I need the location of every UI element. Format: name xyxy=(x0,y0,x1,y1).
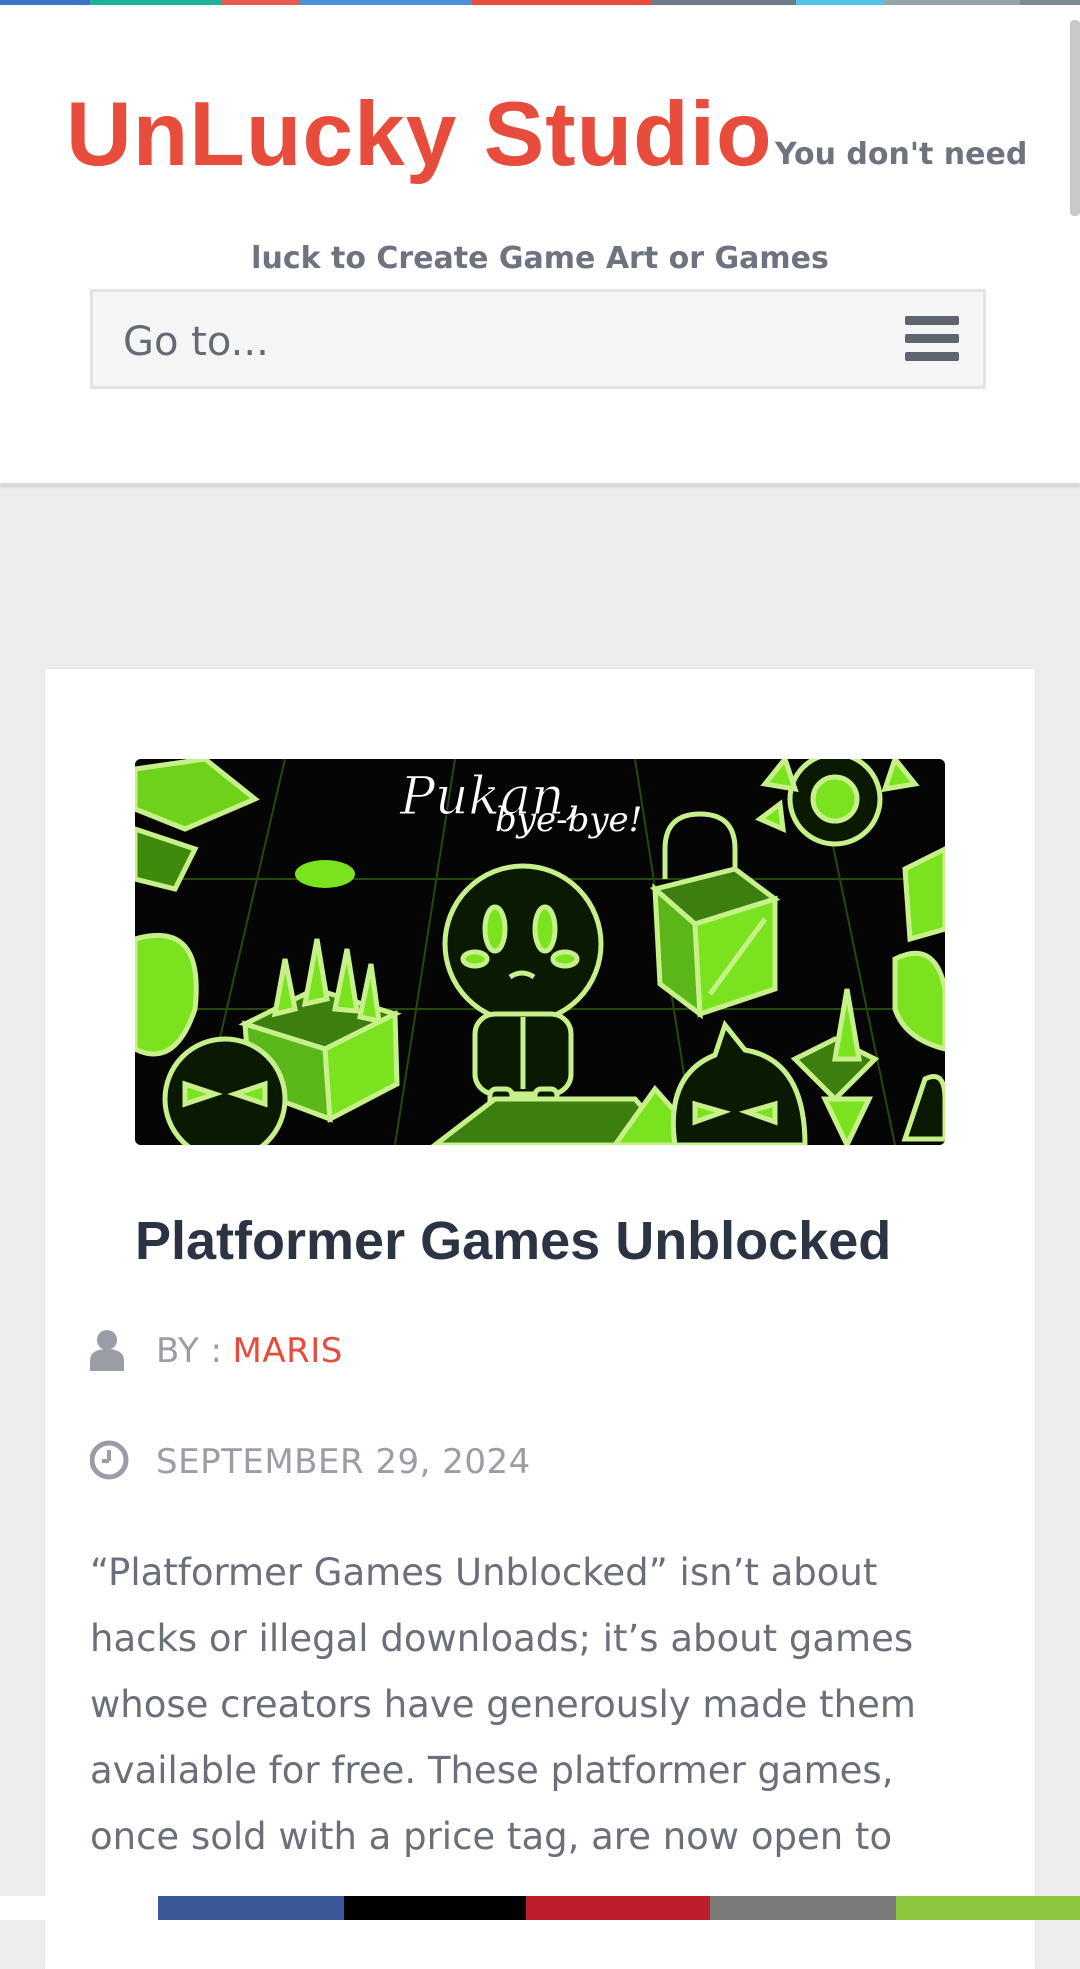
site-header: UnLucky Studio You don't need luck to Cr… xyxy=(0,5,1080,485)
share-bar-spacer xyxy=(0,1896,158,1920)
post-excerpt-text: “Platformer Games Unblocked” isn’t about… xyxy=(90,1551,916,1858)
author-label: BY : xyxy=(156,1331,223,1371)
post-featured-image[interactable]: Pukan, bye-bye! xyxy=(135,759,945,1145)
hamburger-menu-icon[interactable] xyxy=(905,316,959,362)
post-excerpt: “Platformer Games Unblocked” isn’t about… xyxy=(90,1540,920,1870)
site-tagline-part1: You don't need xyxy=(775,137,1028,172)
site-title[interactable]: UnLucky Studio xyxy=(66,85,773,185)
social-share-bar xyxy=(0,1896,1080,1920)
share-button[interactable] xyxy=(896,1896,1080,1920)
scrollbar-thumb[interactable] xyxy=(1070,20,1080,216)
post-date: SEPTEMBER 29, 2024 xyxy=(89,1437,531,1487)
site-tagline-part2: luck to Create Game Art or Games xyxy=(251,241,829,276)
user-icon xyxy=(90,1329,130,1373)
x-share-button[interactable] xyxy=(344,1896,526,1920)
clock-icon xyxy=(89,1440,130,1484)
image-text-line2: bye-bye! xyxy=(495,800,642,840)
top-color-stripe xyxy=(0,0,1080,5)
post-title[interactable]: Platformer Games Unblocked xyxy=(135,1209,891,1273)
featured-image-artwork: Pukan, bye-bye! xyxy=(135,759,945,1145)
post-date-text: SEPTEMBER 29, 2024 xyxy=(156,1442,531,1482)
navigation-menu-select[interactable]: Go to... xyxy=(90,289,986,389)
facebook-share-button[interactable] xyxy=(158,1896,344,1920)
menu-select-label: Go to... xyxy=(123,319,269,365)
pinterest-share-button[interactable] xyxy=(526,1896,710,1920)
post-author: BY : MARIS xyxy=(90,1326,343,1376)
author-link[interactable]: MARIS xyxy=(233,1331,343,1371)
email-share-button[interactable] xyxy=(710,1896,896,1920)
